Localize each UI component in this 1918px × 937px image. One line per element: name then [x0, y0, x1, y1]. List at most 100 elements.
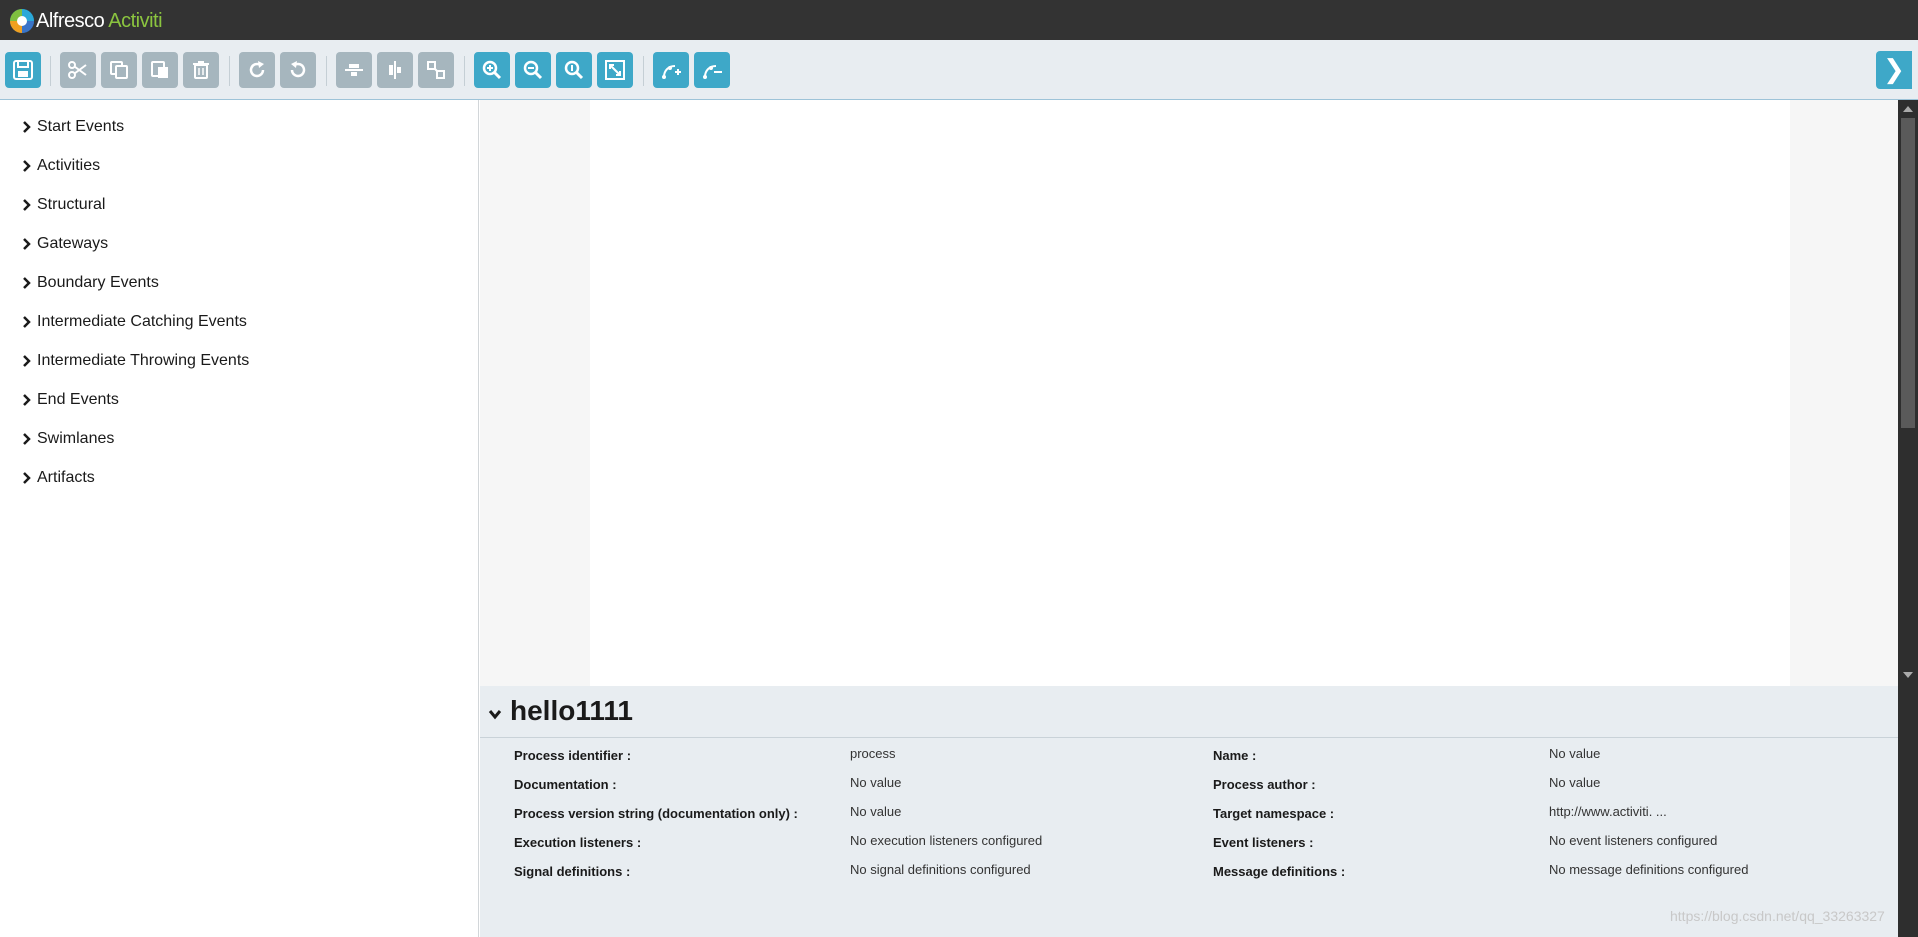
canvas-wrapper [480, 100, 1898, 686]
watermark-text: https://blog.csdn.net/qq_33263327 [1670, 908, 1885, 924]
zoom-actual-icon [564, 60, 584, 80]
palette-group-label: Start Events [37, 118, 125, 135]
chevron-right-icon [23, 277, 31, 289]
toolbar-separator [643, 56, 644, 86]
chevron-down-icon[interactable] [488, 708, 502, 720]
property-label: Event listeners : [1213, 835, 1314, 850]
palette-group-intermediate-throwing-events[interactable]: Intermediate Throwing Events [22, 349, 249, 373]
property-label: Process identifier : [514, 748, 632, 763]
logo-text-alfresco: Alfresco [36, 9, 105, 32]
palette-group-structural[interactable]: Structural [22, 193, 105, 217]
remove-bendpoint-button[interactable] [694, 52, 730, 88]
same-size-button[interactable] [418, 52, 454, 88]
save-button[interactable] [5, 52, 41, 88]
redo-button[interactable] [239, 52, 275, 88]
palette-group-artifacts[interactable]: Artifacts [22, 466, 95, 490]
palette-group-end-events[interactable]: End Events [22, 388, 119, 412]
property-value[interactable]: No execution listeners configured [850, 833, 1042, 848]
palette-group-label: Swimlanes [37, 430, 115, 447]
zoom-fit-icon [605, 60, 625, 80]
scroll-down-icon[interactable] [1903, 672, 1913, 678]
chevron-right-icon [23, 433, 31, 445]
chevron-right-icon [23, 394, 31, 406]
copy-button[interactable] [101, 52, 137, 88]
palette-group-intermediate-catching-events[interactable]: Intermediate Catching Events [22, 310, 247, 334]
palette-group-swimlanes[interactable]: Swimlanes [22, 427, 114, 451]
align-vertical-button[interactable] [336, 52, 372, 88]
property-label: Name : [1213, 748, 1257, 763]
property-value[interactable]: No event listeners configured [1549, 833, 1717, 848]
property-value[interactable]: No value [850, 804, 901, 819]
property-label: Process version string (documentation on… [514, 806, 798, 821]
palette-group-label: Boundary Events [37, 274, 159, 291]
zoom-out-button[interactable] [515, 52, 551, 88]
palette-group-activities[interactable]: Activities [22, 154, 100, 178]
process-name-title: hello1111 [510, 695, 633, 726]
property-value[interactable]: http://www.activiti. ... [1549, 804, 1667, 819]
property-value[interactable]: No value [1549, 746, 1600, 761]
property-panel-header[interactable]: hello1111 [480, 686, 1898, 738]
align-vertical-icon [345, 64, 363, 76]
property-label: Signal definitions : [514, 864, 631, 879]
zoom-in-icon [482, 60, 502, 80]
redo-icon [249, 61, 265, 78]
diagram-canvas[interactable] [590, 100, 1790, 686]
property-label: Execution listeners : [514, 835, 642, 850]
property-value[interactable]: No value [1549, 775, 1600, 790]
zoom-in-button[interactable] [474, 52, 510, 88]
property-value[interactable]: process [850, 746, 896, 761]
toolbar-separator [464, 56, 465, 86]
save-icon [13, 60, 33, 80]
cut-icon [68, 61, 87, 79]
app-header: Alfresco Activiti [0, 0, 1918, 40]
add-bendpoint-icon [662, 65, 681, 79]
canvas-scrollbar[interactable] [1898, 100, 1918, 686]
palette-group-label: Artifacts [37, 469, 95, 486]
collapse-panel-button[interactable]: ❯ [1876, 51, 1912, 89]
toolbar-separator [326, 56, 327, 86]
palette-group-boundary-events[interactable]: Boundary Events [22, 271, 159, 295]
property-label: Target namespace : [1213, 806, 1335, 821]
paste-button[interactable] [142, 52, 178, 88]
chevron-right-icon [23, 355, 31, 367]
palette-group-label: End Events [37, 391, 119, 408]
cut-button[interactable] [60, 52, 96, 88]
chevron-right-icon [23, 160, 31, 172]
delete-button[interactable] [183, 52, 219, 88]
copy-icon [110, 61, 128, 79]
align-horizontal-icon [389, 61, 401, 79]
property-panel: hello1111 Process identifier : process D… [480, 686, 1898, 937]
palette-group-label: Activities [37, 157, 101, 174]
palette-group-start-events[interactable]: Start Events [22, 115, 124, 139]
logo-text-activiti: Activiti [108, 9, 163, 32]
logo-icon [10, 9, 34, 33]
property-value[interactable]: No message definitions configured [1549, 862, 1748, 877]
palette-group-label: Intermediate Catching Events [37, 313, 247, 330]
chevron-right-icon [23, 121, 31, 133]
remove-bendpoint-icon [703, 65, 722, 79]
add-bendpoint-button[interactable] [653, 52, 689, 88]
chevron-right-icon [23, 199, 31, 211]
undo-icon [290, 61, 306, 78]
scrollbar-thumb[interactable] [1901, 118, 1915, 428]
scroll-up-icon[interactable] [1903, 106, 1913, 112]
property-label: Message definitions : [1213, 864, 1346, 879]
property-value[interactable]: No value [850, 775, 901, 790]
toolbar-separator [50, 56, 51, 86]
delete-icon [193, 61, 209, 79]
palette-group-label: Gateways [37, 235, 109, 252]
chevron-right-icon [23, 472, 31, 484]
palette-group-gateways[interactable]: Gateways [22, 232, 108, 256]
zoom-actual-button[interactable] [556, 52, 592, 88]
property-label: Process author : [1213, 777, 1316, 792]
stencil-palette: Start Events Activities Structural Gatew… [0, 100, 479, 937]
editor-toolbar: ❯ [0, 40, 1918, 100]
chevron-right-icon [23, 316, 31, 328]
toolbar-separator [229, 56, 230, 86]
align-horizontal-button[interactable] [377, 52, 413, 88]
property-label: Documentation : [514, 777, 617, 792]
chevron-right-icon [23, 238, 31, 250]
zoom-fit-button[interactable] [597, 52, 633, 88]
undo-button[interactable] [280, 52, 316, 88]
property-value[interactable]: No signal definitions configured [850, 862, 1031, 877]
